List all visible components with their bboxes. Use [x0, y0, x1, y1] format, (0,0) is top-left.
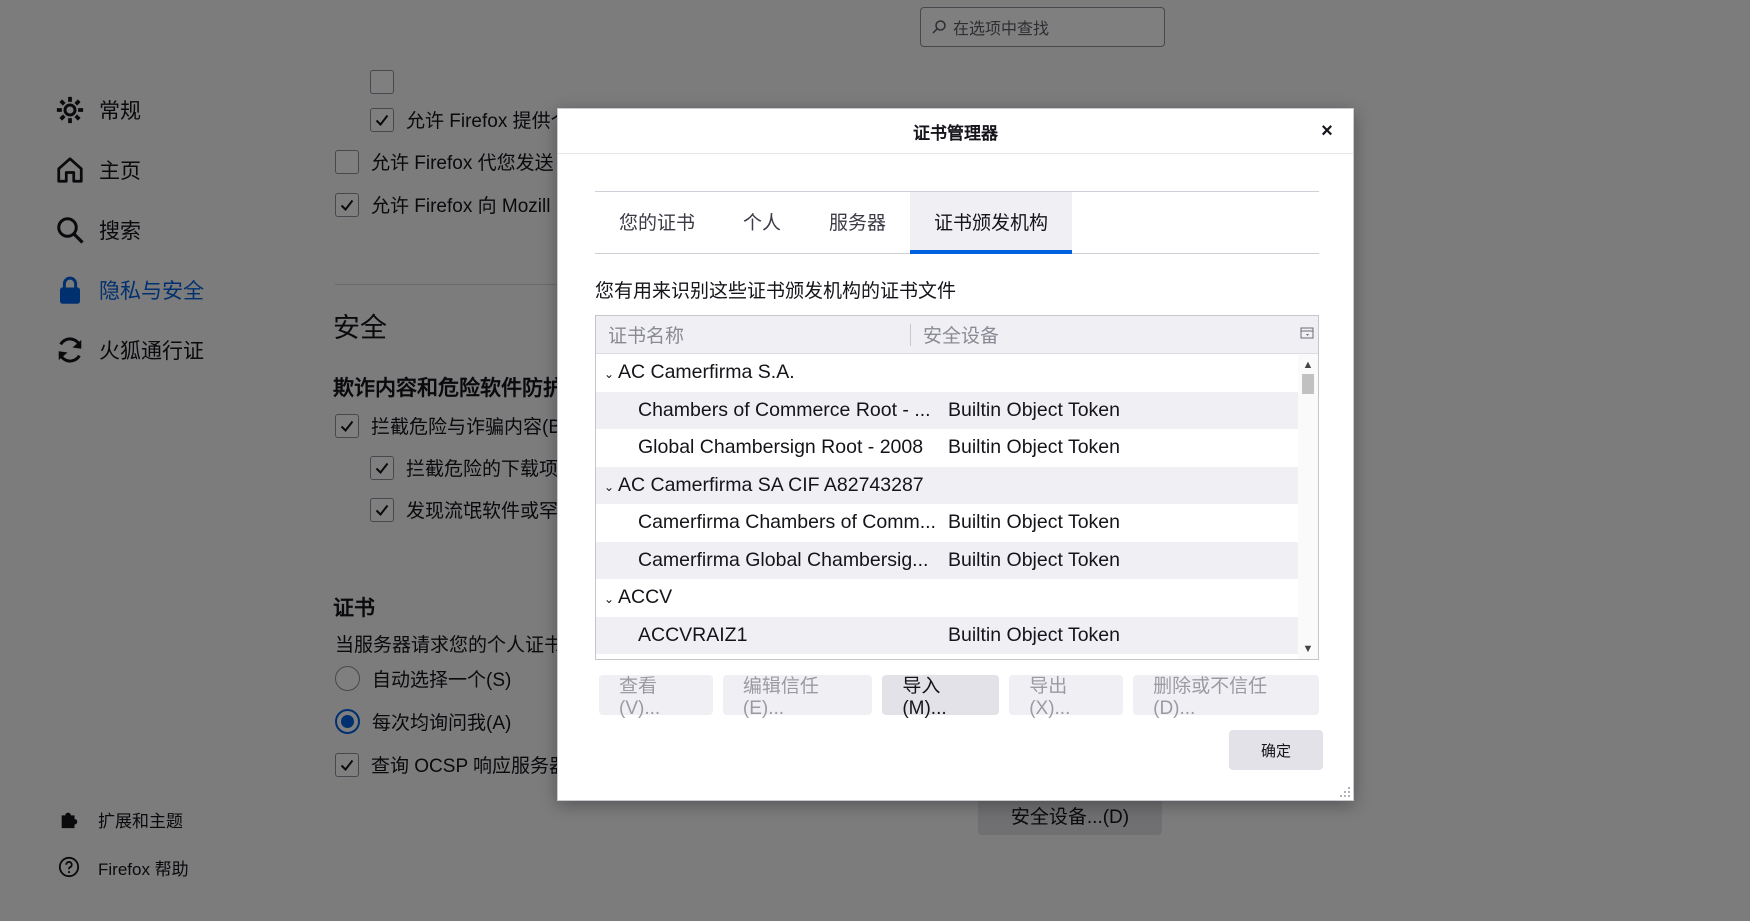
ok-button[interactable]: 确定	[1229, 730, 1323, 770]
cert-device: Builtin Object Token	[948, 548, 1120, 571]
certificate-manager-dialog: 证书管理器 × 您的证书 个人 服务器 证书颁发机构 您有用来识别这些证书颁发机…	[557, 108, 1354, 801]
chevron-down-icon[interactable]: ⌄	[604, 367, 618, 381]
cert-group-name: AC Camerfirma SA CIF A82743287	[618, 473, 924, 496]
cert-name: Global Chambersign Root - 2008	[638, 436, 924, 459]
scrollbar-thumb[interactable]	[1302, 374, 1314, 394]
chevron-down-icon[interactable]: ⌄	[604, 480, 618, 494]
tree-row-group[interactable]: ⌄ AC Camerfirma SA CIF A82743287	[596, 466, 1299, 504]
tree-row[interactable]: Global Chambersign Root - 2008 Builtin O…	[596, 429, 1299, 467]
tab-authorities[interactable]: 证书颁发机构	[910, 192, 1073, 254]
tree-row[interactable]: Chambers of Commerce Root - ... Builtin …	[596, 391, 1299, 429]
view-button[interactable]: 查看(V)...	[599, 675, 713, 719]
action-buttons: 查看(V)... 编辑信任(E)... 导入(M)... 导出(X)... 删除…	[595, 675, 1319, 719]
cert-name: Camerfirma Global Chambersig...	[638, 548, 929, 571]
cert-device: Builtin Object Token	[948, 511, 1120, 534]
tree-header: 证书名称 安全设备	[596, 316, 1318, 354]
tree-row-group[interactable]: ⌄ AC Camerfirma S.A.	[596, 354, 1299, 392]
chevron-down-icon[interactable]: ⌄	[604, 592, 618, 606]
close-button[interactable]: ×	[1313, 117, 1341, 145]
import-button[interactable]: 导入(M)...	[882, 675, 1000, 719]
resize-grip-icon[interactable]	[1339, 786, 1351, 798]
cert-group-name: ACCV	[618, 586, 673, 609]
scroll-up-icon[interactable]: ▲	[1298, 356, 1318, 374]
edit-trust-button[interactable]: 编辑信任(E)...	[722, 675, 873, 719]
tree-row[interactable]: ACCVRAIZ1 Builtin Object Token	[596, 616, 1299, 654]
tree-rows: ⌄ AC Camerfirma S.A. Chambers of Commerce…	[596, 354, 1299, 654]
dialog-title: 证书管理器	[913, 123, 998, 143]
dialog-titlebar: 证书管理器 ×	[558, 109, 1353, 154]
cert-device: Builtin Object Token	[948, 398, 1120, 421]
cert-group-name: AC Camerfirma S.A.	[618, 361, 795, 384]
delete-distrust-button[interactable]: 删除或不信任(D)...	[1133, 675, 1319, 719]
close-icon: ×	[1321, 119, 1333, 142]
column-picker-icon[interactable]	[1300, 326, 1314, 340]
tab-your-certificates[interactable]: 您的证书	[595, 192, 719, 254]
tree-row[interactable]: Camerfirma Chambers of Comm... Builtin O…	[596, 504, 1299, 542]
tab-bar: 您的证书 个人 服务器 证书颁发机构	[595, 191, 1319, 254]
cert-name: Chambers of Commerce Root - ...	[638, 398, 931, 421]
dialog-body: 您的证书 个人 服务器 证书颁发机构 您有用来识别这些证书颁发机构的证书文件 证…	[595, 191, 1319, 719]
cert-name: ACCVRAIZ1	[638, 623, 748, 646]
export-button[interactable]: 导出(X)...	[1009, 675, 1124, 719]
cert-name: Camerfirma Chambers of Comm...	[638, 511, 936, 534]
tree-row[interactable]: Camerfirma Global Chambersig... Builtin …	[596, 541, 1299, 579]
tree-row-group[interactable]: ⌄ ACCV	[596, 579, 1299, 617]
cert-device: Builtin Object Token	[948, 623, 1120, 646]
tree-scrollbar[interactable]: ▲ ▼	[1298, 354, 1318, 659]
column-header-security-device[interactable]: 安全设备	[911, 321, 999, 348]
column-header-cert-name[interactable]: 证书名称	[596, 323, 911, 347]
tab-description: 您有用来识别这些证书颁发机构的证书文件	[595, 281, 957, 302]
scroll-down-icon[interactable]: ▼	[1298, 640, 1318, 658]
tab-people[interactable]: 个人	[719, 192, 805, 254]
certificate-tree[interactable]: 证书名称 安全设备 ⌄ AC Camerfirma S.A. Chambers o…	[595, 315, 1319, 660]
cert-device: Builtin Object Token	[948, 436, 1120, 459]
tab-servers[interactable]: 服务器	[805, 192, 910, 254]
